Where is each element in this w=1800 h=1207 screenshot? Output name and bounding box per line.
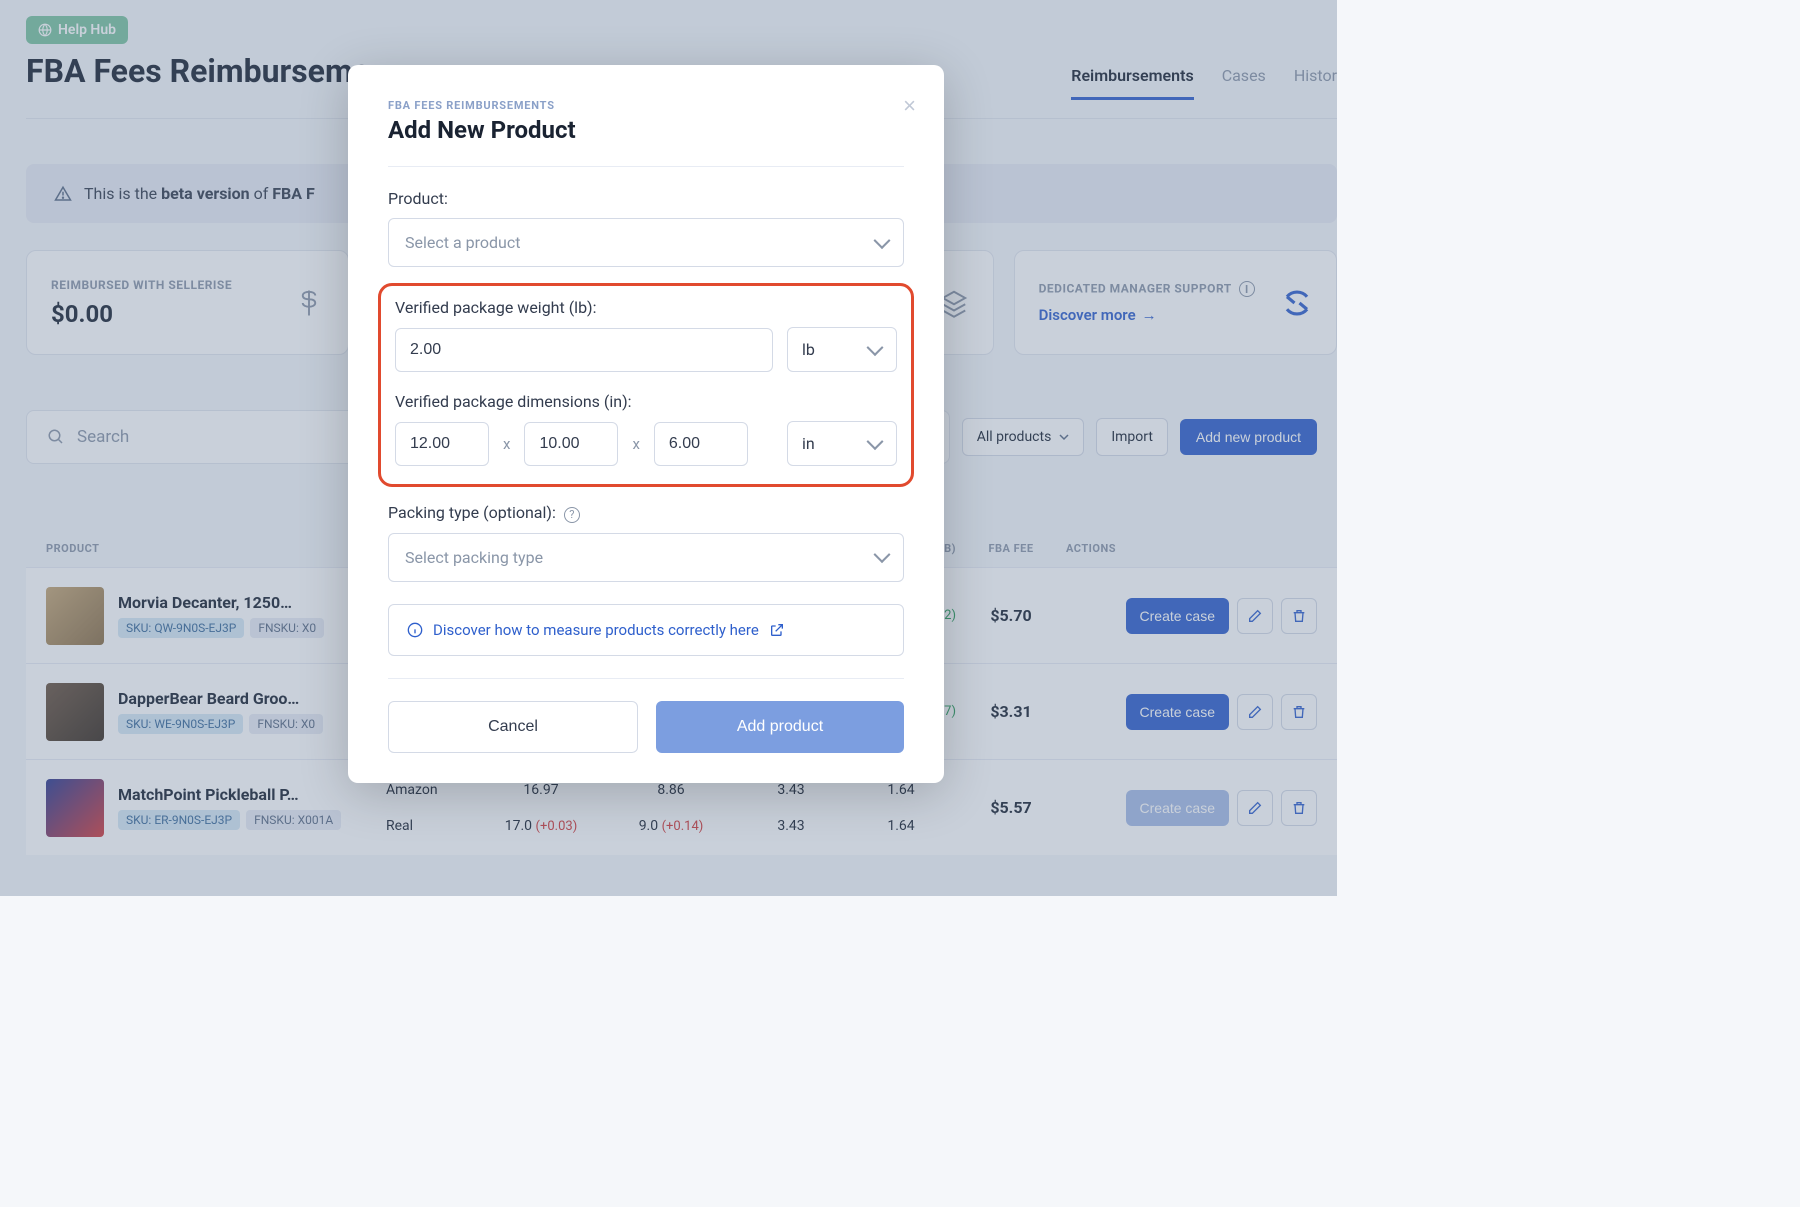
product-label: Product: [388, 189, 904, 208]
add-product-modal: FBA FEES REIMBURSEMENTS Add New Product … [348, 65, 944, 783]
packing-label: Packing type (optional): ? [388, 503, 904, 523]
product-select[interactable]: Select a product [388, 218, 904, 267]
measure-info-link[interactable]: Discover how to measure products correct… [388, 604, 904, 656]
help-icon[interactable]: ? [564, 507, 580, 523]
dim3-input[interactable] [654, 422, 748, 466]
packing-select[interactable]: Select packing type [388, 533, 904, 582]
close-icon[interactable]: × [903, 93, 916, 119]
weight-unit-select[interactable]: lb [787, 327, 897, 372]
dim2-input[interactable] [524, 422, 618, 466]
weight-input[interactable] [395, 328, 773, 372]
weight-label: Verified package weight (lb): [395, 298, 897, 317]
add-product-button[interactable]: Add product [656, 701, 904, 753]
modal-eyebrow: FBA FEES REIMBURSEMENTS [388, 99, 904, 112]
cancel-button[interactable]: Cancel [388, 701, 638, 753]
external-link-icon [769, 622, 785, 638]
dim1-input[interactable] [395, 422, 489, 466]
divider [388, 678, 904, 679]
x-separator: x [503, 435, 510, 453]
x-separator: x [632, 435, 639, 453]
highlighted-section: Verified package weight (lb): lb Verifie… [378, 283, 914, 487]
modal-title: Add New Product [388, 116, 904, 144]
divider [388, 166, 904, 167]
dim-unit-select[interactable]: in [787, 421, 897, 466]
dims-label: Verified package dimensions (in): [395, 392, 897, 411]
